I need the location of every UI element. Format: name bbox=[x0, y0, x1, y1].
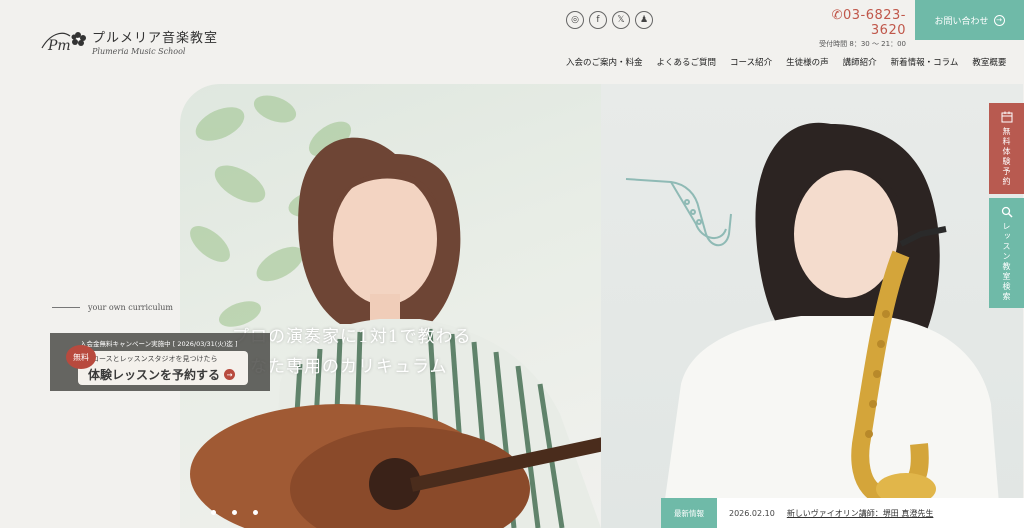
site-logo[interactable]: Pm プルメリア音楽教室 Plumeria Music School bbox=[40, 26, 218, 56]
trial-lesson-cta[interactable]: コースとレッスンスタジオを見つけたら 体験レッスンを予約する → bbox=[78, 351, 248, 385]
slider-dot-3[interactable] bbox=[253, 510, 258, 515]
lesson-app-icon[interactable]: ♟ bbox=[635, 11, 653, 29]
nav-item-instructors[interactable]: 講師紹介 bbox=[843, 56, 877, 68]
phone-contact[interactable]: ✆03-6823-3620 受付時間 8：30 ～ 21：00 bbox=[810, 8, 906, 49]
phone-icon: ✆ bbox=[831, 8, 843, 23]
contact-button-label: お問い合わせ bbox=[934, 16, 989, 27]
nav-item-courses[interactable]: コース紹介 bbox=[730, 56, 772, 68]
news-label: 最新情報 bbox=[661, 498, 717, 528]
lesson-search-tab[interactable]: レッスン教室検索 bbox=[989, 198, 1024, 308]
facebook-icon[interactable]: f bbox=[589, 11, 607, 29]
svg-text:Pm: Pm bbox=[47, 38, 71, 54]
free-trial-tab[interactable]: 無料体験予約 bbox=[989, 103, 1024, 194]
page: Pm プルメリア音楽教室 Plumeria Music School ◎ f 𝕏… bbox=[0, 0, 1024, 528]
phone-hours: 受付時間 8：30 ～ 21：00 bbox=[819, 40, 906, 48]
lesson-search-tab-label: レッスン教室検索 bbox=[1002, 222, 1011, 302]
logo-name-jp: プルメリア音楽教室 bbox=[92, 30, 219, 46]
hero-slider: プロの演奏家に1対1で教わる あなた専用のカリキュラム bbox=[180, 84, 1023, 528]
sax-sketch-icon bbox=[625, 178, 732, 247]
subline-text: your own curriculum bbox=[88, 303, 173, 312]
x-icon[interactable]: 𝕏 bbox=[612, 11, 630, 29]
news-ticker: 最新情報 2026.02.10 新しいヴァイオリン講師：堺田 真澄先生 bbox=[661, 498, 1024, 528]
campaign-headline: 入会金無料キャンペーン実施中 [ 2026/03/31(火)迄 ] bbox=[80, 340, 238, 348]
guitarist-figure bbox=[190, 137, 601, 528]
subline-rule bbox=[52, 307, 80, 308]
calendar-icon bbox=[1001, 111, 1012, 123]
hero-subline: your own curriculum bbox=[52, 303, 173, 312]
news-title-link[interactable]: 新しいヴァイオリン講師：堺田 真澄先生 bbox=[787, 508, 934, 519]
social-links: ◎ f 𝕏 ♟ bbox=[566, 11, 653, 29]
saxophonist-figure bbox=[625, 122, 1001, 528]
nav-item-faq[interactable]: よくあるご質問 bbox=[657, 56, 717, 68]
nav-item-news[interactable]: 新着情報・コラム bbox=[891, 56, 959, 68]
contact-button[interactable]: お問い合わせ → bbox=[915, 0, 1024, 40]
slider-pagination bbox=[211, 510, 258, 515]
arrow-right-icon: → bbox=[993, 14, 1005, 26]
hero-photo-saxophone bbox=[601, 84, 1023, 528]
plumeria-logo-icon: Pm bbox=[41, 32, 86, 54]
nav-item-admission[interactable]: 入会のご案内・料金 bbox=[566, 56, 643, 68]
slider-dot-2[interactable] bbox=[232, 510, 237, 515]
cta-label-row: 体験レッスンを予約する → bbox=[88, 366, 236, 383]
instagram-icon[interactable]: ◎ bbox=[566, 11, 584, 29]
free-trial-tab-label: 無料体験予約 bbox=[1002, 127, 1011, 187]
news-date: 2026.02.10 bbox=[729, 508, 775, 518]
cta-label: 体験レッスンを予約する bbox=[88, 368, 221, 382]
search-icon bbox=[1001, 206, 1013, 218]
cta-subtext: コースとレッスンスタジオを見つけたら bbox=[92, 355, 218, 363]
hero-photo-guitar: プロの演奏家に1対1で教わる あなた専用のカリキュラム bbox=[180, 84, 601, 528]
nav-item-about[interactable]: 教室概要 bbox=[972, 56, 1006, 68]
slider-dot-1[interactable] bbox=[211, 510, 216, 515]
main-nav: 入会のご案内・料金 よくあるご質問 コース紹介 生徒様の声 講師紹介 新着情報・… bbox=[566, 56, 1006, 68]
free-badge: 無料 bbox=[66, 345, 96, 369]
phone-number-text: 03-6823-3620 bbox=[842, 8, 906, 38]
logo-name-en: Plumeria Music School bbox=[92, 46, 186, 56]
arrow-right-icon: → bbox=[224, 369, 236, 380]
nav-item-voices[interactable]: 生徒様の声 bbox=[786, 56, 829, 68]
phone-number: ✆03-6823-3620 bbox=[810, 8, 906, 38]
